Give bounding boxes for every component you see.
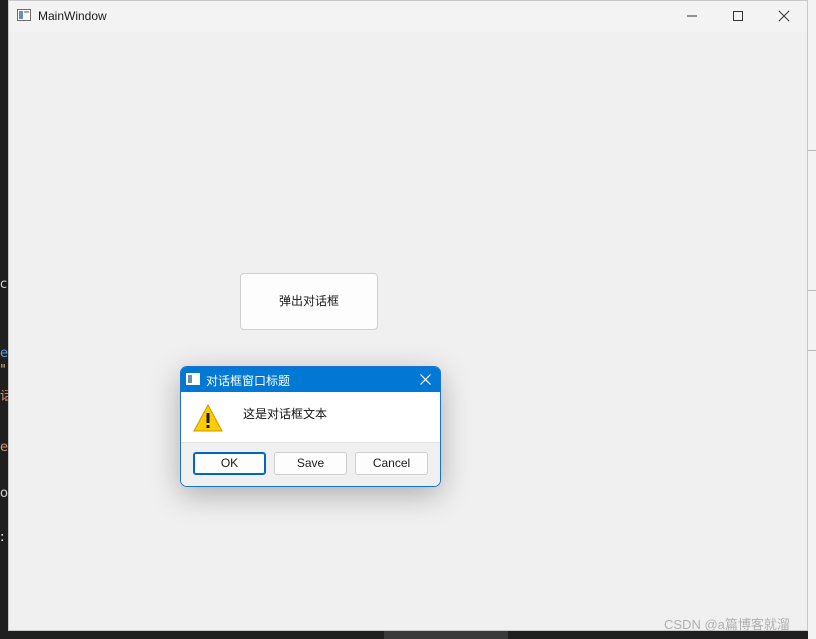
editor-glyph: 话	[0, 390, 8, 403]
show-dialog-button[interactable]: 弹出对话框	[240, 273, 378, 330]
dialog-button-bar: OK Save Cancel	[181, 442, 440, 486]
minimize-button[interactable]	[669, 1, 715, 32]
message-dialog: 对话框窗口标题 这是对话框文本 OK Save Cancel	[180, 366, 441, 487]
minimize-icon	[687, 15, 697, 17]
main-window-client-area: 弹出对话框	[9, 32, 807, 630]
dialog-title: 对话框窗口标题	[206, 374, 291, 388]
background-side-pane	[808, 0, 816, 639]
ok-button[interactable]: OK	[193, 452, 266, 475]
background-taskbar-fragment	[384, 631, 508, 639]
pane-divider	[808, 350, 816, 351]
dialog-body: 这是对话框文本	[181, 392, 440, 442]
main-window: MainWindow 弹出对话框	[8, 0, 808, 631]
watermark: CSDN @a篇博客就溜	[664, 617, 790, 632]
editor-glyph: e	[0, 347, 8, 360]
dialog-window-icon	[186, 373, 200, 385]
cancel-button[interactable]: Cancel	[355, 452, 428, 475]
editor-glyph: c	[0, 278, 8, 291]
app-window-icon	[17, 9, 31, 21]
close-icon	[778, 10, 790, 22]
close-icon	[420, 374, 431, 385]
maximize-button[interactable]	[715, 1, 761, 32]
editor-glyph: "	[0, 364, 6, 377]
save-button[interactable]: Save	[274, 452, 347, 475]
warning-icon	[193, 404, 223, 432]
pane-divider	[808, 290, 816, 291]
dialog-close-button[interactable]	[411, 367, 440, 392]
window-title: MainWindow	[38, 9, 107, 23]
pane-divider	[808, 150, 816, 151]
close-button[interactable]	[761, 1, 807, 32]
editor-glyph: o	[0, 487, 8, 500]
dialog-titlebar[interactable]: 对话框窗口标题	[181, 367, 440, 392]
main-window-titlebar[interactable]: MainWindow	[9, 1, 807, 32]
editor-glyph: e	[0, 441, 8, 454]
dialog-message: 这是对话框文本	[243, 407, 328, 421]
editor-glyph: :	[0, 531, 5, 544]
maximize-icon	[733, 11, 743, 21]
